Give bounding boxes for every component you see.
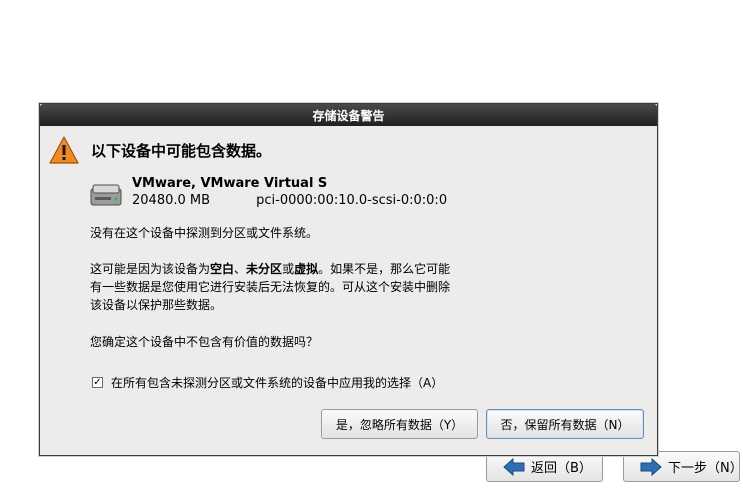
apply-to-all-label[interactable]: 在所有包含未探测分区或文件系统的设备中应用我的选择（A） — [111, 374, 443, 391]
confirm-question: 您确定这个设备中不包含有价值的数据吗？ — [90, 335, 319, 349]
device-name: VMware, VMware Virtual S — [132, 176, 328, 191]
explanation-line3: 该设备以保护那些数据。 — [90, 298, 223, 312]
device-info: VMware, VMware Virtual S 20480.0 MB pci-… — [90, 176, 447, 213]
storage-warning-dialog: 存储设备警告 以下设备中可能包含数据。 VMware, VMware Virtu… — [39, 103, 658, 456]
explanation-prefix: 这可能是因为该设备为 — [90, 262, 211, 276]
explanation-line2: 有一些数据是您使用它进行安装后无法恢复的。可从这个安装中删除 — [90, 280, 451, 294]
dialog-header: 以下设备中可能包含数据。 — [49, 136, 271, 164]
ignore-data-button[interactable]: 是，忽略所有数据（Y） — [321, 409, 478, 439]
warning-icon — [49, 136, 79, 164]
ignore-data-button-label: 是，忽略所有数据（Y） — [335, 417, 464, 432]
apply-to-all-checkbox[interactable]: ✓ — [92, 377, 103, 388]
keep-data-button-label: 否，保留所有数据（N） — [500, 417, 630, 432]
dialog-title: 存储设备警告 — [312, 108, 385, 123]
explanation-virtual: 虚拟 — [294, 262, 319, 276]
apply-to-all-option[interactable]: ✓ 在所有包含未探测分区或文件系统的设备中应用我的选择（A） — [92, 374, 443, 391]
dialog-heading: 以下设备中可能包含数据。 — [91, 141, 272, 160]
explanation-unpartitioned: 未分区 — [246, 262, 283, 276]
explanation-message: 这可能是因为该设备为空白、未分区或虚拟。如果不是，那么它可能 有一些数据是您使用… — [90, 260, 450, 314]
dialog-titlebar: 存储设备警告 — [40, 104, 657, 126]
keep-data-button[interactable]: 否，保留所有数据（N） — [486, 409, 644, 439]
explanation-blank: 空白 — [210, 262, 235, 276]
device-path: pci-0000:00:10.0-scsi-0:0:0:0 — [256, 193, 448, 208]
hard-disk-icon — [90, 183, 122, 213]
left-arrow-icon — [503, 457, 525, 476]
device-size: 20480.0 MB — [132, 193, 211, 208]
explanation-suffix: 。如果不是，那么它可能 — [318, 262, 451, 276]
next-button-label: 下一步（N） — [668, 461, 743, 476]
back-button-label: 返回（B） — [531, 461, 592, 476]
explanation-sep1: 、 — [234, 262, 247, 276]
no-partition-message: 没有在这个设备中探测到分区或文件系统。 — [90, 226, 319, 240]
right-arrow-icon — [640, 457, 662, 476]
explanation-sep2: 或 — [282, 262, 295, 276]
